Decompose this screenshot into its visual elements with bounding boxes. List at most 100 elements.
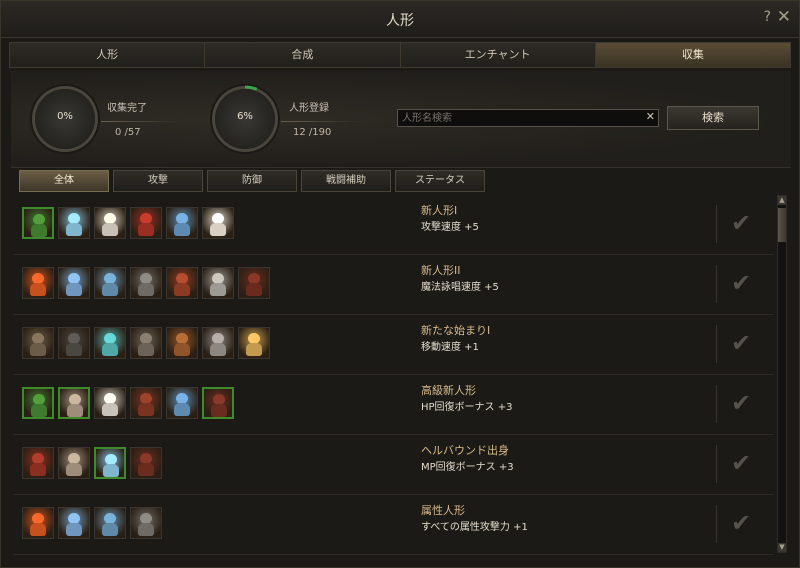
collection-name: ヘルバウンド出身 — [421, 444, 509, 457]
doll-body — [246, 283, 262, 296]
collection-row[interactable]: 新たな始まりI 移動速度 +1 ✔ — [13, 315, 773, 375]
collection-complete-percent: 0% — [57, 111, 73, 122]
collection-row[interactable]: 高級新人形 HP回復ボーナス +3 ✔ — [13, 375, 773, 435]
tab-collection[interactable]: 収集 — [595, 43, 790, 67]
doll-body — [174, 223, 190, 236]
silver-lady-doll-icon[interactable] — [202, 327, 234, 359]
divider — [716, 205, 717, 243]
collection-name: 新人形II — [421, 264, 461, 277]
collection-bonus: HP回復ボーナス +3 — [421, 402, 513, 413]
collection-bonus: 攻撃速度 +5 — [421, 222, 479, 233]
collection-row[interactable]: 新人形II 魔法詠唱速度 +5 ✔ — [13, 255, 773, 315]
window-title: 人形 — [386, 13, 414, 29]
skeleton-doll-icon[interactable] — [58, 387, 90, 419]
doll-registered-percent: 6% — [237, 111, 253, 122]
blue-spirit-doll-icon[interactable] — [58, 207, 90, 239]
red-demon-doll-icon[interactable] — [22, 447, 54, 479]
skeleton-doll-icon[interactable] — [94, 207, 126, 239]
ice-spirit-doll-icon[interactable] — [166, 387, 198, 419]
checkmark-icon[interactable]: ✔ — [731, 389, 751, 417]
divider — [101, 121, 181, 122]
tab-synthesis[interactable]: 合成 — [205, 43, 401, 67]
white-ghost-doll-icon[interactable] — [94, 387, 126, 419]
filter-attack[interactable]: 攻撃 — [113, 170, 203, 192]
collection-name: 属性人形 — [421, 504, 465, 517]
collection-complete-label: 収集完了 — [107, 103, 147, 114]
golem-doll-icon[interactable] — [130, 267, 162, 299]
water-spirit-doll-icon[interactable] — [94, 267, 126, 299]
doll-body — [138, 223, 154, 236]
frog-doll-icon[interactable] — [22, 207, 54, 239]
close-icon[interactable]: ✕ — [777, 7, 791, 27]
doll-body — [102, 223, 118, 236]
frog-doll-icon[interactable] — [22, 387, 54, 419]
blue-spirit-doll-icon[interactable] — [94, 447, 126, 479]
filter-status[interactable]: ステータス — [395, 170, 485, 192]
doll-body — [103, 464, 119, 477]
doll-icon-group — [22, 327, 270, 359]
help-icon[interactable]: ? — [764, 9, 771, 25]
scroll-down-arrow-icon[interactable]: ▼ — [778, 543, 786, 552]
checkmark-icon[interactable]: ✔ — [731, 329, 751, 357]
golem-doll-icon[interactable] — [130, 507, 162, 539]
filter-defense[interactable]: 防御 — [207, 170, 297, 192]
white-ghost-doll-icon[interactable] — [202, 207, 234, 239]
doll-body — [211, 404, 227, 417]
doll-body — [66, 343, 82, 356]
ice-spirit-doll-icon[interactable] — [166, 207, 198, 239]
doll-icon-group — [22, 507, 162, 539]
dark-lord-doll-icon[interactable] — [238, 267, 270, 299]
scroll-up-arrow-icon[interactable]: ▲ — [778, 196, 786, 205]
tiger-doll-icon[interactable] — [166, 327, 198, 359]
tab-enchant[interactable]: エンチャント — [400, 43, 596, 67]
water-spirit-doll-icon[interactable] — [94, 507, 126, 539]
titlebar[interactable]: 人形 ? ✕ — [1, 1, 799, 38]
collection-name: 新たな始まりI — [421, 324, 491, 337]
blue-giant-doll-icon[interactable] — [58, 267, 90, 299]
checkmark-icon[interactable]: ✔ — [731, 509, 751, 537]
search-button[interactable]: 検索 — [667, 106, 759, 130]
doll-body — [174, 403, 190, 416]
fire-spirit-doll-icon[interactable] — [22, 267, 54, 299]
red-demon-doll-icon[interactable] — [130, 207, 162, 239]
scroll-thumb[interactable] — [778, 208, 786, 242]
armored-knight-doll-icon[interactable] — [130, 327, 162, 359]
clear-search-icon[interactable]: ✕ — [646, 110, 655, 123]
dark-demon-doll-icon[interactable] — [202, 387, 234, 419]
collection-row[interactable]: 属性人形 すべての属性攻撃力 +1 ✔ — [13, 495, 773, 555]
doll-body — [174, 283, 190, 296]
divider — [716, 505, 717, 543]
skeleton-doll-icon[interactable] — [58, 447, 90, 479]
doll-body — [102, 403, 118, 416]
doll-body — [210, 283, 226, 296]
dark-demon-doll-icon[interactable] — [130, 447, 162, 479]
doll-body — [67, 404, 83, 417]
red-demon-doll-icon[interactable] — [130, 387, 162, 419]
collection-row[interactable]: 新人形I 攻撃速度 +5 ✔ — [13, 195, 773, 255]
fire-beast-doll-icon[interactable] — [166, 267, 198, 299]
collection-name: 新人形I — [421, 204, 458, 217]
crystal-orb-doll-icon[interactable] — [94, 327, 126, 359]
doll-body — [138, 463, 154, 476]
divider — [716, 385, 717, 423]
blue-giant-doll-icon[interactable] — [58, 507, 90, 539]
checkmark-icon[interactable]: ✔ — [731, 449, 751, 477]
silver-knight-doll-icon[interactable] — [202, 267, 234, 299]
doll-body — [66, 223, 82, 236]
collection-row[interactable]: ヘルバウンド出身 MP回復ボーナス +3 ✔ — [13, 435, 773, 495]
doll-registered-gauge: 6% — [211, 85, 279, 153]
golden-lion-doll-icon[interactable] — [238, 327, 270, 359]
doll-body — [138, 523, 154, 536]
search-input[interactable] — [398, 110, 646, 126]
dark-wolf-doll-icon[interactable] — [58, 327, 90, 359]
filter-combat-support[interactable]: 戦闘補助 — [301, 170, 391, 192]
tab-doll[interactable]: 人形 — [10, 43, 206, 67]
armored-doll-icon[interactable] — [22, 327, 54, 359]
doll-body — [30, 283, 46, 296]
doll-body — [31, 404, 47, 417]
fire-spirit-doll-icon[interactable] — [22, 507, 54, 539]
filter-all[interactable]: 全体 — [19, 170, 109, 192]
checkmark-icon[interactable]: ✔ — [731, 209, 751, 237]
checkmark-icon[interactable]: ✔ — [731, 269, 751, 297]
scrollbar[interactable]: ▲ ▼ — [777, 195, 787, 553]
